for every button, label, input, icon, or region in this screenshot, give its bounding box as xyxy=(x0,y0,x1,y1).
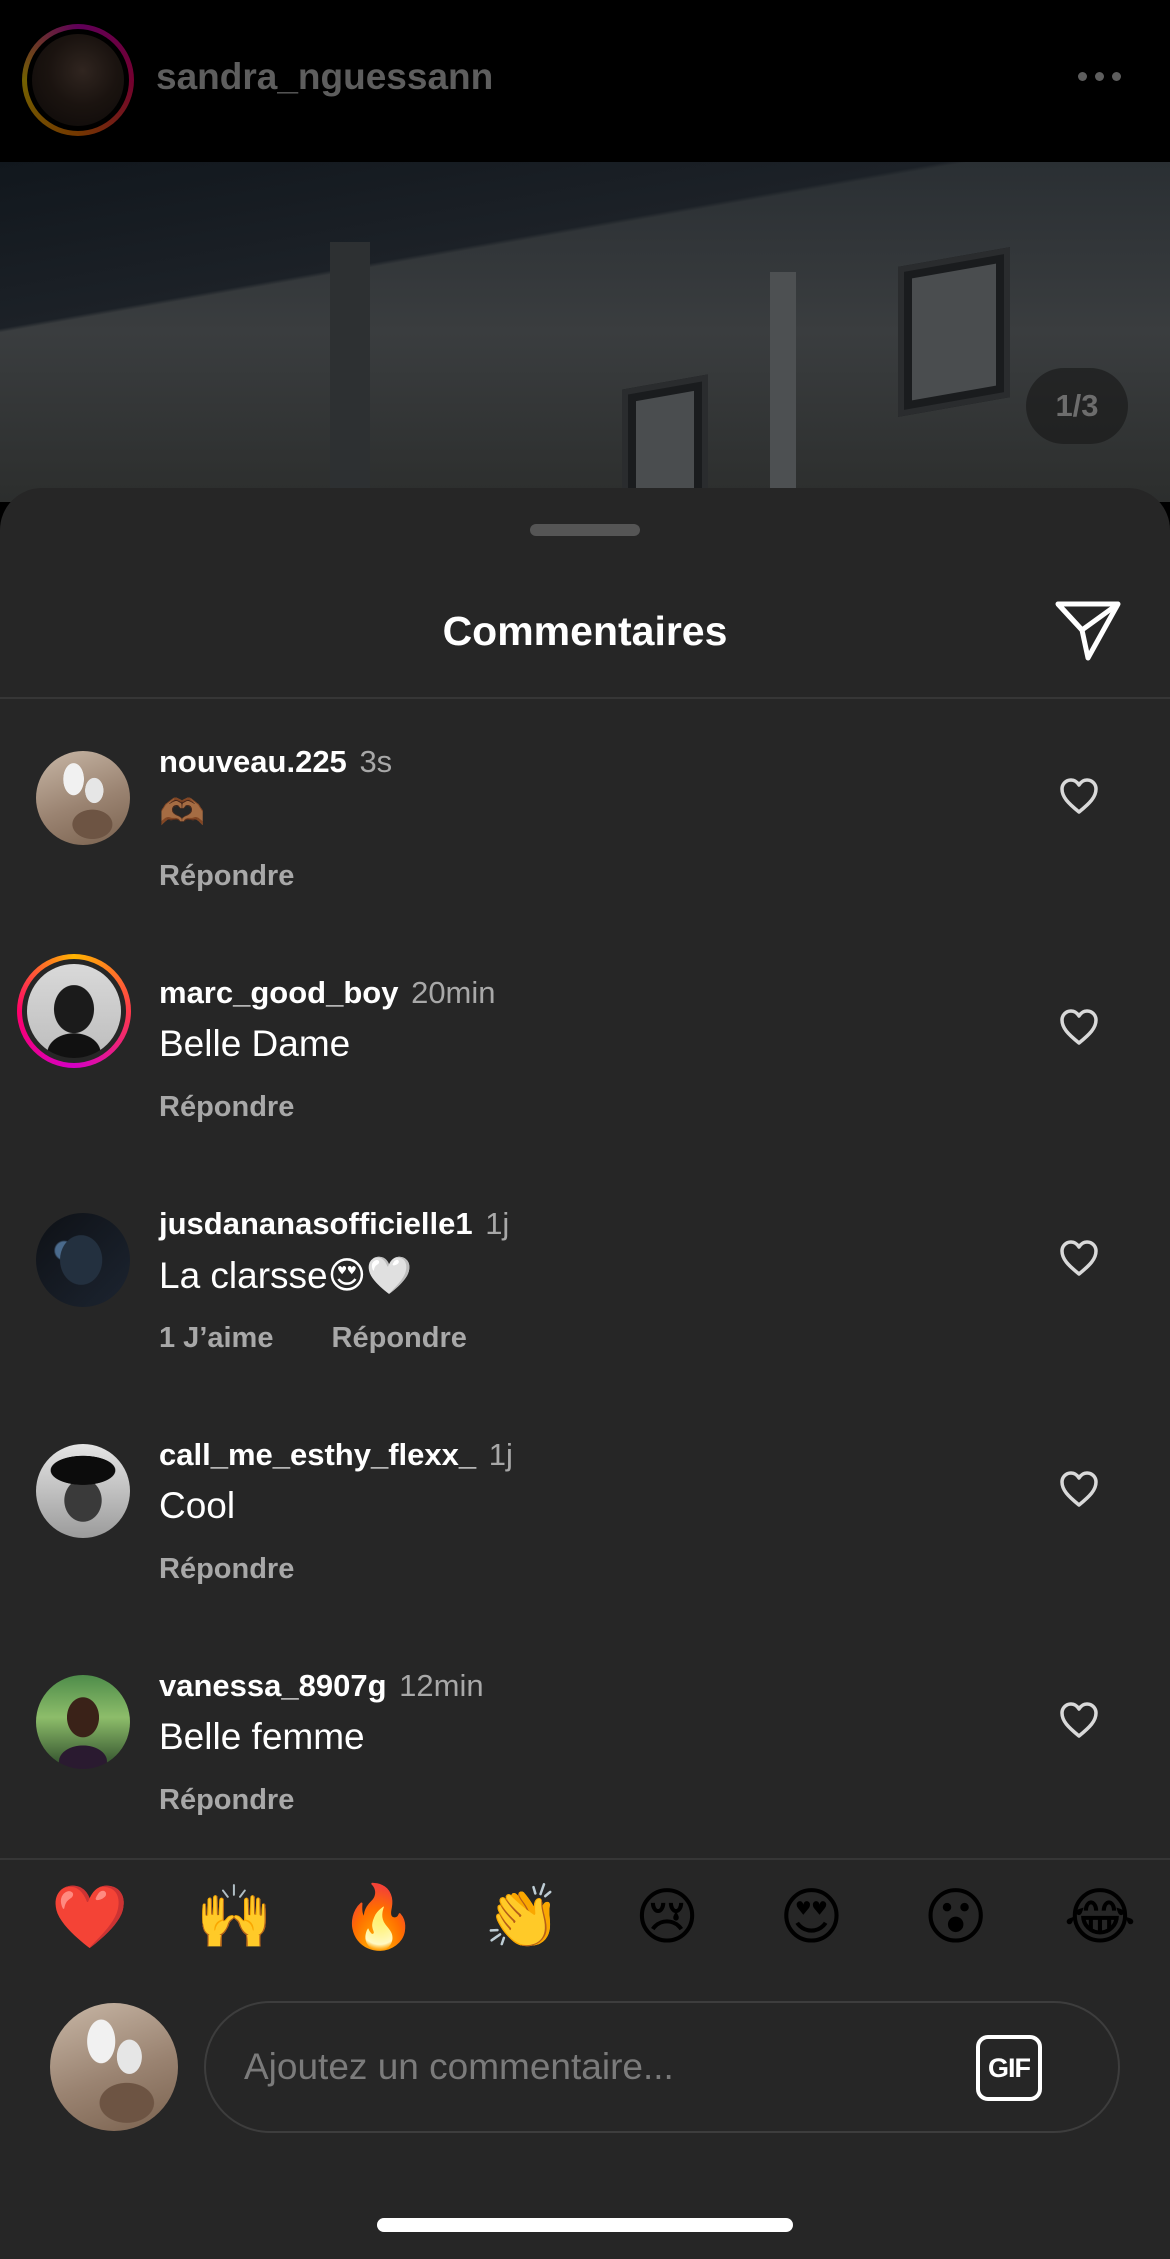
comment-username[interactable]: call_me_esthy_flexx_ xyxy=(159,1437,476,1472)
sheet-title: Commentaires xyxy=(442,608,728,654)
gif-button[interactable]: GIF xyxy=(976,2035,1042,2101)
paper-plane-icon[interactable] xyxy=(1052,596,1124,664)
like-count[interactable]: 1 J’aime xyxy=(159,1322,273,1354)
comment-text: La clarsse😍🤍 xyxy=(159,1255,413,1296)
comment-composer: GIF xyxy=(204,2001,1120,2133)
heart-outline-icon[interactable] xyxy=(1058,1238,1100,1278)
sheet-grabber[interactable] xyxy=(530,524,640,536)
divider xyxy=(0,697,1170,699)
comment-actions: Répondre xyxy=(159,860,294,893)
post-author-username[interactable]: sandra_nguessann xyxy=(156,56,493,98)
reply-button[interactable]: Répondre xyxy=(159,1091,294,1123)
reply-button[interactable]: Répondre xyxy=(159,1553,294,1585)
comment-text: Belle Dame xyxy=(159,1023,351,1064)
emoji-clap-button[interactable]: 👏 xyxy=(483,1878,563,1958)
comment-username[interactable]: marc_good_boy xyxy=(159,975,398,1010)
emoji-laughing-button[interactable]: 😂 xyxy=(1060,1878,1140,1958)
comment-username[interactable]: nouveau.225 xyxy=(159,744,347,779)
comment-text: Belle femme xyxy=(159,1716,365,1757)
emoji-fire-button[interactable]: 🔥 xyxy=(339,1878,419,1958)
comment-header: marc_good_boy 20min xyxy=(159,975,496,1011)
emoji-crying-button[interactable]: 😢 xyxy=(627,1878,707,1958)
comment-time: 1j xyxy=(485,1206,510,1241)
comment-actions: Répondre xyxy=(159,1553,294,1586)
comment-text: 🫶🏾 xyxy=(159,792,206,833)
avatar[interactable] xyxy=(36,1444,130,1538)
emoji-heart-eyes-button[interactable]: 😍 xyxy=(771,1878,851,1958)
emoji-surprised-button[interactable]: 😮 xyxy=(916,1878,996,1958)
divider xyxy=(0,1858,1170,1860)
more-horizontal-icon[interactable] xyxy=(1078,72,1121,81)
comment-text: Cool xyxy=(159,1485,236,1526)
reply-button[interactable]: Répondre xyxy=(332,1322,467,1354)
emoji-raised-hands-button[interactable]: 🙌 xyxy=(194,1878,274,1958)
comment-item: vanessa_8907g 12min Belle femme Répondre xyxy=(0,1666,1170,1866)
comment-username[interactable]: vanessa_8907g xyxy=(159,1668,387,1703)
heart-outline-icon[interactable] xyxy=(1058,776,1100,816)
post-header: sandra_nguessann xyxy=(0,0,1170,162)
comment-header: nouveau.225 3s xyxy=(159,744,392,780)
comment-header: jusdananasofficielle1 1j xyxy=(159,1206,509,1242)
reply-button[interactable]: Répondre xyxy=(159,1784,294,1816)
my-avatar xyxy=(50,2003,178,2131)
post-image: 1/3 xyxy=(0,162,1170,502)
emoji-heart-button[interactable]: ❤️ xyxy=(50,1878,130,1958)
quick-emoji-bar: ❤️ 🙌 🔥 👏 😢 😍 😮 😂 xyxy=(50,1878,1140,1958)
comment-actions: Répondre xyxy=(159,1091,294,1124)
heart-outline-icon[interactable] xyxy=(1058,1007,1100,1047)
comment-time: 1j xyxy=(488,1437,513,1472)
home-indicator xyxy=(377,2218,793,2232)
comment-item: call_me_esthy_flexx_ 1j Cool Répondre xyxy=(0,1435,1170,1635)
comment-actions: 1 J’aime Répondre xyxy=(159,1322,467,1355)
reply-button[interactable]: Répondre xyxy=(159,860,294,892)
comment-item: jusdananasofficielle1 1j La clarsse😍🤍 1 … xyxy=(0,1204,1170,1404)
avatar[interactable] xyxy=(36,1675,130,1769)
comment-input[interactable] xyxy=(242,2035,942,2099)
comments-sheet: Commentaires nouveau.225 3s 🫶🏾 Répondre … xyxy=(0,488,1170,2259)
post-author-avatar[interactable] xyxy=(22,24,134,136)
avatar[interactable] xyxy=(17,954,131,1068)
avatar[interactable] xyxy=(36,1213,130,1307)
comment-username[interactable]: jusdananasofficielle1 xyxy=(159,1206,473,1241)
comment-header: call_me_esthy_flexx_ 1j xyxy=(159,1437,513,1473)
heart-outline-icon[interactable] xyxy=(1058,1700,1100,1740)
comment-actions: Répondre xyxy=(159,1784,294,1817)
comment-item: marc_good_boy 20min Belle Dame Répondre xyxy=(0,954,1170,1173)
comment-item: nouveau.225 3s 🫶🏾 Répondre xyxy=(0,742,1170,942)
image-counter-badge: 1/3 xyxy=(1026,368,1128,444)
heart-outline-icon[interactable] xyxy=(1058,1469,1100,1509)
avatar[interactable] xyxy=(36,751,130,845)
comment-time: 20min xyxy=(411,975,496,1010)
comment-time: 12min xyxy=(399,1668,484,1703)
comment-header: vanessa_8907g 12min xyxy=(159,1668,484,1704)
comment-time: 3s xyxy=(359,744,393,779)
